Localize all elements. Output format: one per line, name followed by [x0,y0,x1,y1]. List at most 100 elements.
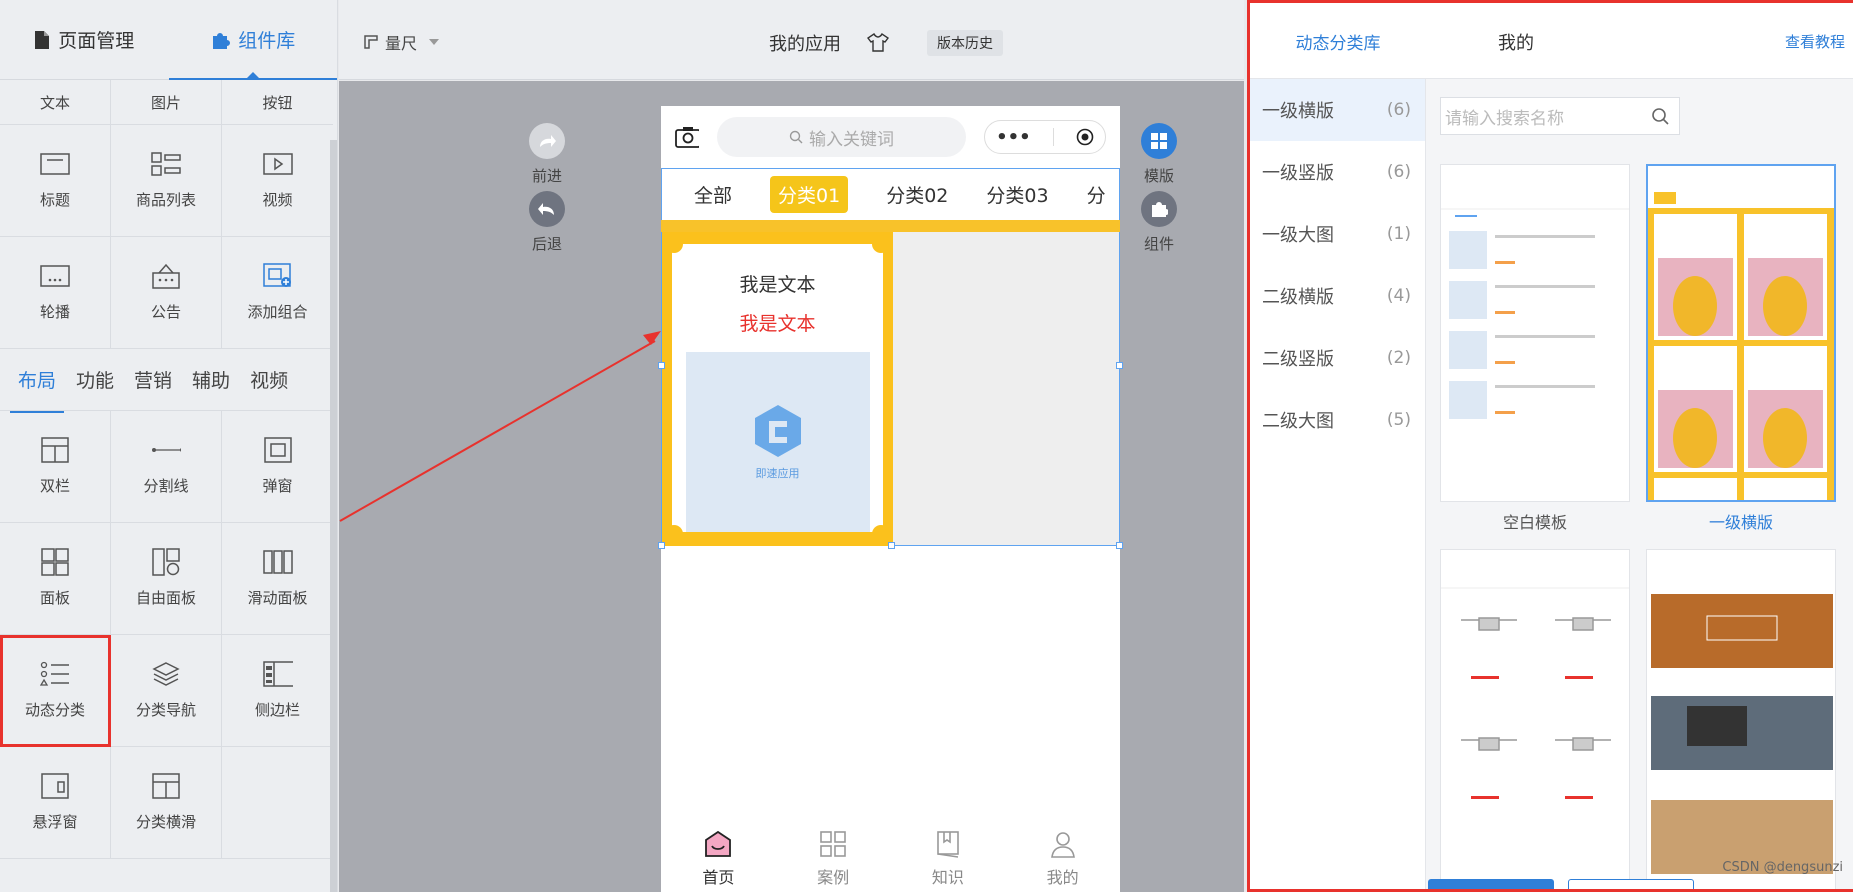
close-target-icon[interactable] [1076,128,1094,146]
template-search-input[interactable]: 请输入搜索名称 [1440,97,1680,135]
comp-panel[interactable]: 面板 [0,523,111,635]
carousel-icon [40,263,70,289]
category-item[interactable]: 一级竖版 (6) [1250,141,1425,203]
category-tab-03[interactable]: 分类03 [986,181,1048,208]
comp-carousel[interactable]: 轮播 [0,237,111,349]
left-tabs: 页面管理 组件库 [0,0,337,80]
tabbar-home[interactable]: 首页 [661,820,776,892]
subtab-assist[interactable]: 辅助 [192,366,230,393]
cancel-button[interactable] [1568,879,1694,889]
category-tab-01[interactable]: 分类01 [770,176,849,213]
tab-mine[interactable]: 我的 [1498,29,1534,55]
comp-title[interactable]: 标题 [0,125,111,237]
phone-search-input[interactable]: 输入关键词 [716,117,967,157]
ruler-dropdown[interactable]: 量尺 [363,30,440,54]
comp-image[interactable]: 图片 [111,80,222,125]
template-blank[interactable] [1440,164,1630,502]
template-article-list[interactable] [1646,549,1836,889]
left-scrollbar[interactable] [330,140,337,892]
comp-video[interactable]: 视频 [222,125,333,237]
comp-free-panel[interactable]: 自由面板 [111,523,222,635]
book-icon [937,831,959,858]
tab-page-manage[interactable]: 页面管理 [0,0,169,79]
resize-handle[interactable] [888,542,895,549]
layers-icon [151,661,181,687]
subtab-marketing[interactable]: 营销 [134,366,172,393]
mini-program-capsule[interactable]: ••• [984,120,1106,154]
tab-dynamic-category-lib[interactable]: 动态分类库 [1250,3,1426,79]
category-tab-02[interactable]: 分类02 [886,181,948,208]
tab-component-lib[interactable]: 组件库 [168,0,338,80]
sidebar-icon [262,661,293,687]
subtab-layout[interactable]: 布局 [9,366,65,413]
two-column-icon [40,437,70,463]
goods-list-icon [151,151,181,177]
library-header: 动态分类库 我的 查看教程 [1250,3,1853,79]
resize-handle[interactable] [658,542,665,549]
template-drone-list[interactable] [1440,549,1630,889]
puzzle-icon [213,32,231,49]
card-notch [872,235,890,253]
layout-grid: 双栏 分割线 弹窗 面板 自由面板 滑动面板 动态分类 分类导航 侧边栏 悬浮窗… [0,411,337,859]
view-tutorial-link[interactable]: 查看教程 [1785,31,1845,52]
free-panel-icon [151,548,181,576]
camera-icon[interactable] [675,126,699,148]
subtab-function[interactable]: 功能 [76,366,114,393]
comp-slide-panel[interactable]: 滑动面板 [222,523,333,635]
comp-add-combo[interactable]: 添加组合 [222,237,333,349]
comp-sidebar[interactable]: 侧边栏 [222,635,333,747]
confirm-button[interactable] [1428,879,1554,889]
category-slide-icon [151,773,181,799]
category-tab-all[interactable]: 全部 [694,181,732,208]
category-card[interactable]: 我是文本 我是文本 即速应用 [662,232,893,546]
comp-text[interactable]: 文本 [0,80,111,125]
category-item[interactable]: 一级横版 (6) [1250,79,1425,141]
tabbar-knowledge[interactable]: 知识 [891,820,1006,892]
component-button[interactable]: 组件 [1141,191,1177,254]
document-icon [35,30,50,49]
comp-category-slide[interactable]: 分类横滑 [111,747,222,859]
category-item[interactable]: 二级竖版 (2) [1250,327,1425,389]
comp-popup[interactable]: 弹窗 [222,411,333,523]
category-tab-04[interactable]: 分 [1087,181,1106,208]
dynamic-category-icon [40,661,70,687]
comp-divider[interactable]: 分割线 [111,411,222,523]
comp-two-column[interactable]: 双栏 [0,411,111,523]
resize-handle[interactable] [1116,542,1123,549]
comp-button[interactable]: 按钮 [222,80,333,125]
category-tabs: 全部 分类01 分类02 分类03 分 [661,168,1120,220]
resize-handle[interactable] [658,362,665,369]
category-item[interactable]: 二级横版 (4) [1250,265,1425,327]
chevron-down-icon [429,39,440,45]
comp-float-window[interactable]: 悬浮窗 [0,747,111,859]
float-window-icon [40,773,70,799]
phone-preview: 输入关键词 ••• 全部 分类01 分类02 分类03 分 我是文本 我是文本 [658,106,1123,892]
tabbar-cases[interactable]: 案例 [776,820,891,892]
version-history-button[interactable]: 版本历史 [927,30,1003,56]
comp-notice[interactable]: 公告 [111,237,222,349]
editor-topbar: 量尺 我的应用 版本历史 [339,0,1244,80]
more-icon[interactable]: ••• [996,127,1031,148]
card-text-1: 我是文本 [739,274,816,296]
add-combo-icon [262,263,293,289]
comp-category-nav[interactable]: 分类导航 [111,635,222,747]
tabbar-mine[interactable]: 我的 [1005,820,1120,892]
resize-handle[interactable] [1116,362,1123,369]
theme-shirt-icon[interactable] [866,32,890,56]
dynamic-category-content[interactable]: 我是文本 我是文本 即速应用 [658,232,1123,549]
comp-dynamic-category[interactable]: 动态分类 [0,635,111,747]
template-level1-horizontal[interactable] [1646,164,1836,502]
annotation-arrow [339,331,661,522]
category-item[interactable]: 二级大图 (5) [1250,389,1425,451]
template-thumbnail [1647,550,1835,889]
card-body: 我是文本 我是文本 即速应用 [672,244,883,532]
home-icon [705,830,732,857]
comp-goods-list[interactable]: 商品列表 [111,125,222,237]
panel-icon [40,548,70,576]
template-button[interactable]: 模版 [1141,123,1177,186]
category-item[interactable]: 一级大图 (1) [1250,203,1425,265]
yellow-strip [661,220,1120,232]
card-notch [665,235,683,253]
subtab-video[interactable]: 视频 [250,366,288,393]
category-subtabs: 布局 功能 营销 辅助 视频 [0,349,337,413]
